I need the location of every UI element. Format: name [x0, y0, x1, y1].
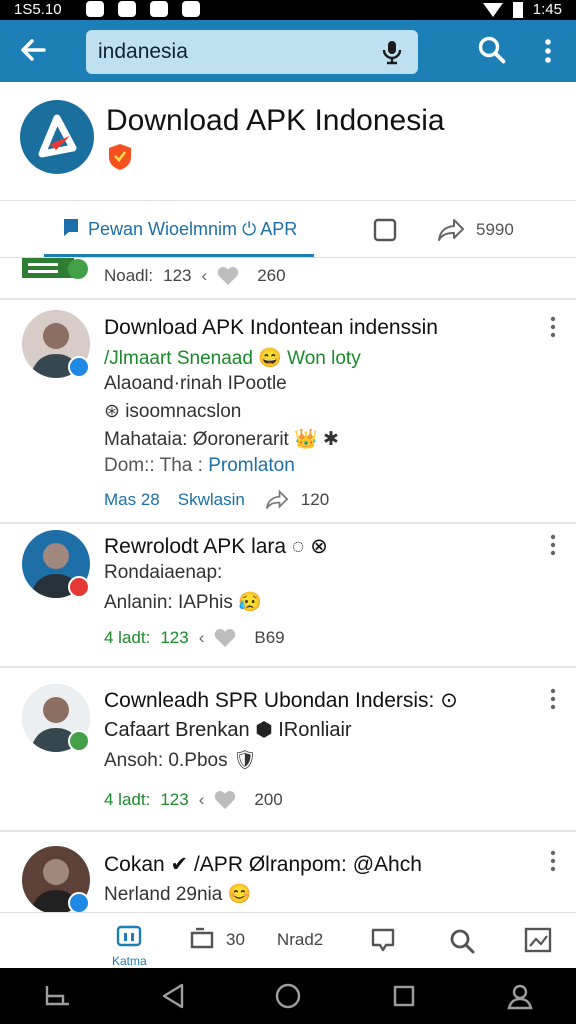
app-logo: [20, 100, 94, 174]
nav-search[interactable]: [448, 927, 476, 960]
nav-collections[interactable]: 30 Nrad2: [188, 927, 323, 953]
bookmark-icon[interactable]: [372, 217, 398, 243]
heart-count: B69: [254, 628, 285, 647]
post-line: ⊛ isoomnacslon: [104, 401, 242, 422]
recents-icon[interactable]: [44, 984, 72, 1008]
stats-label: Mas 28: [104, 490, 160, 509]
post-title[interactable]: Cownleadh SPR Ubondan Indersis: ⊙: [104, 688, 458, 713]
bottom-nav: Katma 30 Nrad2: [0, 912, 576, 968]
stats-label: Noadl:: [104, 266, 154, 285]
share-count: 5990: [476, 220, 514, 239]
more-options-icon[interactable]: [546, 316, 560, 338]
heart-count: 260: [257, 266, 286, 285]
post-card[interactable]: Cokan ✔ /APR Ølranpom: @Ahch Nerland 29n…: [0, 832, 576, 914]
heart-icon[interactable]: [214, 790, 236, 810]
back-icon[interactable]: [160, 982, 186, 1010]
post-line: Nerland 29nia 😊: [104, 884, 252, 905]
notification-icon: [150, 1, 168, 17]
nav-home[interactable]: Katma: [112, 925, 147, 968]
battery-icon: [512, 1, 523, 18]
stats-label: 4 ladt:: [104, 790, 151, 809]
notification-icon: [86, 1, 104, 17]
message-icon: [371, 928, 395, 952]
post-line: Cafaart Brenkan ⬢ IRonliair: [104, 719, 352, 741]
heart-icon[interactable]: [214, 628, 236, 648]
channel-header: Download APK Indonesia: [0, 82, 576, 200]
mic-icon[interactable]: [380, 39, 404, 65]
nav-count: 30: [226, 930, 245, 949]
post-title[interactable]: Rewrolodt APK lara ◌ ⊗: [104, 534, 328, 559]
post-line: /Jlmaart Snenaad 😄 Won loty: [104, 348, 361, 369]
post-card[interactable]: Download APK Indontean indenssin /Jlmaar…: [0, 300, 576, 522]
post-card[interactable]: Rewrolodt APK lara ◌ ⊗ Rondaiaenap: Anla…: [0, 524, 576, 666]
post-card[interactable]: Cownleadh SPR Ubondan Indersis: ⊙ Cafaar…: [0, 668, 576, 830]
status-bar: 1S5.10 1:45: [0, 0, 576, 20]
post-title[interactable]: Download APK Indontean indenssin: [104, 316, 438, 340]
shield-badge-icon: [106, 142, 134, 172]
flag-icon: [62, 217, 80, 237]
verified-icon: [68, 356, 90, 378]
share-count: 120: [300, 490, 330, 509]
post-title[interactable]: Cokan ✔ /APR Ølranpom: @Ahch: [104, 852, 422, 877]
nav-gallery[interactable]: [524, 927, 552, 958]
overview-icon[interactable]: [392, 984, 416, 1008]
verified-icon: [68, 892, 90, 914]
nav-label: Nrad2: [276, 930, 324, 949]
post-line: Rondaiaenap:: [104, 562, 223, 583]
banner-thumbnail: [22, 258, 92, 280]
post-line: Mahataia: Øoronerarit 👑 ✱: [104, 429, 339, 450]
more-options-icon[interactable]: [546, 850, 560, 872]
search-icon[interactable]: [476, 34, 508, 66]
nav-messages[interactable]: [370, 927, 396, 958]
nav-home-label: Katma: [112, 954, 147, 968]
tab-main-label: Pewan Wioelmnim ⏻ APR: [88, 219, 298, 239]
stats-label: 4 ladt:: [104, 628, 151, 647]
home-button-icon[interactable]: [274, 982, 302, 1010]
share-icon[interactable]: [436, 217, 466, 243]
heart-count: 200: [254, 790, 283, 809]
account-icon[interactable]: [506, 982, 534, 1010]
verified-icon: [68, 576, 90, 598]
notification-icon: [118, 1, 136, 17]
tab-main[interactable]: Pewan Wioelmnim ⏻ APR: [44, 201, 314, 257]
more-options-icon[interactable]: [538, 36, 558, 66]
tab-bar: Pewan Wioelmnim ⏻ APR 5990: [0, 200, 576, 258]
post-line: Alaoand·rinah IPootle: [104, 373, 287, 394]
post-line: Ansoh: 0.Pbos 🛡: [104, 750, 257, 771]
home-icon: [116, 925, 142, 947]
back-arrow-icon[interactable]: [18, 35, 50, 67]
stats-tag[interactable]: Skwlasin: [178, 490, 245, 510]
promotion-link[interactable]: Promlaton: [208, 455, 295, 476]
status-time: 1S5.10: [14, 1, 62, 18]
app-bar: indanesia: [0, 20, 576, 82]
search-icon: [450, 929, 475, 954]
share-icon[interactable]: [263, 489, 291, 511]
verified-icon: [68, 730, 90, 752]
collections-icon: [190, 927, 214, 949]
notification-icon: [182, 1, 200, 17]
more-options-icon[interactable]: [546, 688, 560, 710]
post-meta: Dom:: Tha :: [104, 455, 203, 476]
page-title: Download APK Indonesia: [106, 104, 445, 137]
search-input[interactable]: indanesia: [86, 30, 418, 74]
partial-feed-item: Noadl: 123 ‹ 260: [0, 258, 576, 298]
stats-count: 123: [163, 266, 192, 285]
system-nav-bar: [0, 968, 576, 1024]
status-right-time: 1:45: [532, 1, 562, 18]
wifi-icon: [482, 2, 503, 17]
heart-icon[interactable]: [217, 266, 239, 286]
post-line: Anlanin: IAPhis 😥: [104, 592, 262, 613]
image-icon: [524, 927, 552, 953]
stats-count: 123: [160, 790, 189, 809]
stats-count: 123: [160, 628, 189, 647]
more-options-icon[interactable]: [546, 534, 560, 556]
search-input-value[interactable]: indanesia: [98, 40, 188, 64]
